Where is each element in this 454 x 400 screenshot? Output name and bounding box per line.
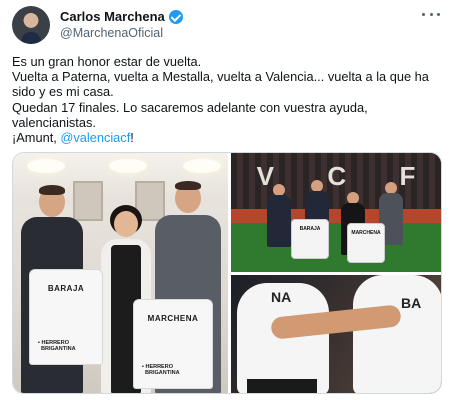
ceiling-lamp xyxy=(183,159,221,173)
photo-stadium[interactable]: V C F BARAJA MARCHENA xyxy=(231,153,441,272)
person-figure xyxy=(267,184,291,272)
author-handle[interactable]: @MarchenaOficial xyxy=(60,26,163,40)
tweet-line: valencianistas. xyxy=(12,114,96,130)
jersey-text: BA xyxy=(401,295,422,311)
mention-valenciacf[interactable]: @valenciacf xyxy=(60,130,130,145)
shirt-marchena: MARCHENA ▪ HERRERO BRIGANTINA xyxy=(133,299,213,389)
shirt-baraja: BARAJA ▪ HERRERO BRIGANTINA xyxy=(29,269,103,365)
tweet-line: Quedan 17 finales. Lo sacaremos adelante… xyxy=(12,99,368,115)
more-options-icon[interactable] xyxy=(422,10,440,18)
shirt-name: MARCHENA xyxy=(351,230,381,236)
tweet-line: sido y es mi casa. xyxy=(12,84,114,100)
amunt-text: ¡Amunt, xyxy=(12,130,61,146)
tweet-line: Vuelta a Paterna, vuelta a Mestalla, vue… xyxy=(12,69,429,85)
photo-presentation[interactable]: BARAJA ▪ HERRERO BRIGANTINA MARCHENA ▪ H… xyxy=(13,153,228,393)
media-grid: BARAJA ▪ HERRERO BRIGANTINA MARCHENA ▪ H… xyxy=(12,152,442,394)
shirt-name: BARAJA xyxy=(299,226,321,232)
stadium-pitch xyxy=(231,223,441,272)
tweet-line: Es un gran honor estar de vuelta. xyxy=(12,54,202,69)
exclamation-text: ! xyxy=(130,130,134,146)
mini-shirt-baraja: BARAJA xyxy=(291,219,329,259)
author-display-name[interactable]: Carlos Marchena xyxy=(60,9,165,24)
photo-players-celebrating[interactable]: NA BA xyxy=(231,275,441,393)
ceiling-lamp xyxy=(109,159,147,173)
player-jersey xyxy=(353,275,441,393)
tweet: Carlos Marchena @MarchenaOficial Es un g… xyxy=(0,0,454,400)
shirt-name: BARAJA xyxy=(47,284,85,293)
shirt-sponsor: ▪ HERRERO BRIGANTINA xyxy=(38,340,76,352)
stand-letters: V C F xyxy=(231,161,441,192)
shirt-name: MARCHENA xyxy=(147,314,199,323)
player-shorts xyxy=(247,379,317,393)
ceiling-lamp xyxy=(27,159,65,173)
shirt-sponsor: ▪ HERRERO BRIGANTINA xyxy=(142,364,180,376)
avatar[interactable] xyxy=(12,6,50,44)
author-name-row: Carlos Marchena xyxy=(60,9,183,24)
tweet-text: Es un gran honor estar de vuelta. Vuelta… xyxy=(12,54,444,145)
mini-shirt-marchena: MARCHENA xyxy=(347,223,385,263)
tweet-line-last: ¡Amunt, @valenciacf! xyxy=(12,130,444,145)
stadium-seat-band xyxy=(231,209,441,223)
jersey-text: NA xyxy=(271,289,292,305)
verified-badge-icon xyxy=(168,9,183,24)
stand-letter: C xyxy=(327,161,349,191)
